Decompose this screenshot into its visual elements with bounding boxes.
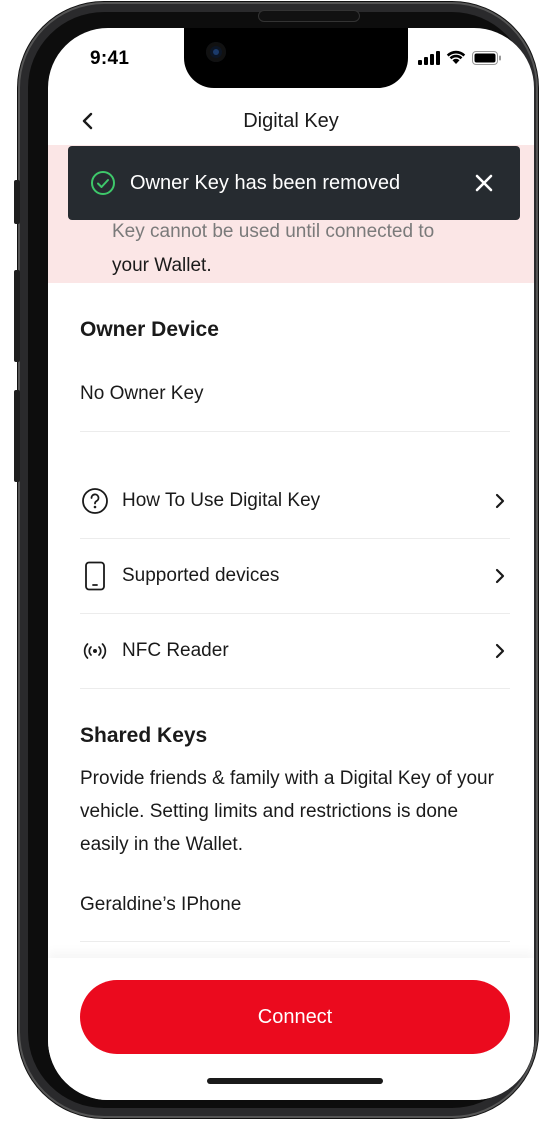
owner-key-status: No Owner Key — [80, 383, 204, 404]
status-time: 9:41 — [90, 48, 130, 69]
divider — [80, 431, 510, 432]
menu-row-nfc-reader[interactable]: NFC Reader — [80, 614, 510, 688]
battery-icon — [472, 50, 501, 65]
check-circle-icon — [91, 171, 115, 195]
wifi-icon — [446, 50, 466, 64]
page-title: Digital Key — [243, 110, 339, 132]
app-screen: 9:41 Digital Key Key cannot be used unti… — [48, 28, 534, 1100]
banner-line-1: Key cannot be used until connected to — [112, 221, 435, 242]
status-icons — [418, 50, 502, 65]
menu-row-how-to-use[interactable]: How To Use Digital Key — [80, 464, 510, 538]
chevron-right-icon — [495, 493, 505, 509]
speaker-grille — [258, 10, 360, 22]
shared-keys-heading: Shared Keys — [80, 724, 208, 747]
connect-button[interactable]: Connect — [80, 980, 510, 1054]
volume-up-button — [14, 270, 20, 362]
owner-device-heading: Owner Device — [80, 318, 219, 341]
phone-icon — [80, 561, 110, 591]
cellular-signal-icon — [418, 50, 440, 65]
home-indicator[interactable] — [207, 1078, 383, 1084]
chevron-right-icon — [495, 568, 505, 584]
navigation-bar: Digital Key — [48, 98, 534, 148]
volume-down-button — [14, 390, 20, 482]
nfc-icon — [80, 636, 110, 666]
toast-notification: Owner Key has been removed — [68, 146, 520, 220]
divider — [80, 688, 510, 689]
menu-row-supported-devices[interactable]: Supported devices — [80, 539, 510, 613]
menu-label: NFC Reader — [122, 640, 229, 661]
help-circle-icon — [80, 486, 110, 516]
menu-label: Supported devices — [122, 565, 280, 586]
mute-switch — [14, 180, 20, 224]
divider — [80, 941, 510, 942]
shared-key-device[interactable]: Geraldine’s IPhone — [80, 894, 241, 916]
shared-keys-description: Provide friends & family with a Digital … — [80, 768, 494, 855]
chevron-right-icon — [495, 643, 505, 659]
banner-line-2: your Wallet. — [112, 255, 212, 276]
toast-message: Owner Key has been removed — [130, 171, 401, 194]
banner-message: Key cannot be used until connected to yo… — [112, 215, 512, 283]
menu-label: How To Use Digital Key — [122, 490, 321, 511]
close-icon[interactable] — [470, 169, 498, 197]
front-camera — [206, 42, 226, 62]
